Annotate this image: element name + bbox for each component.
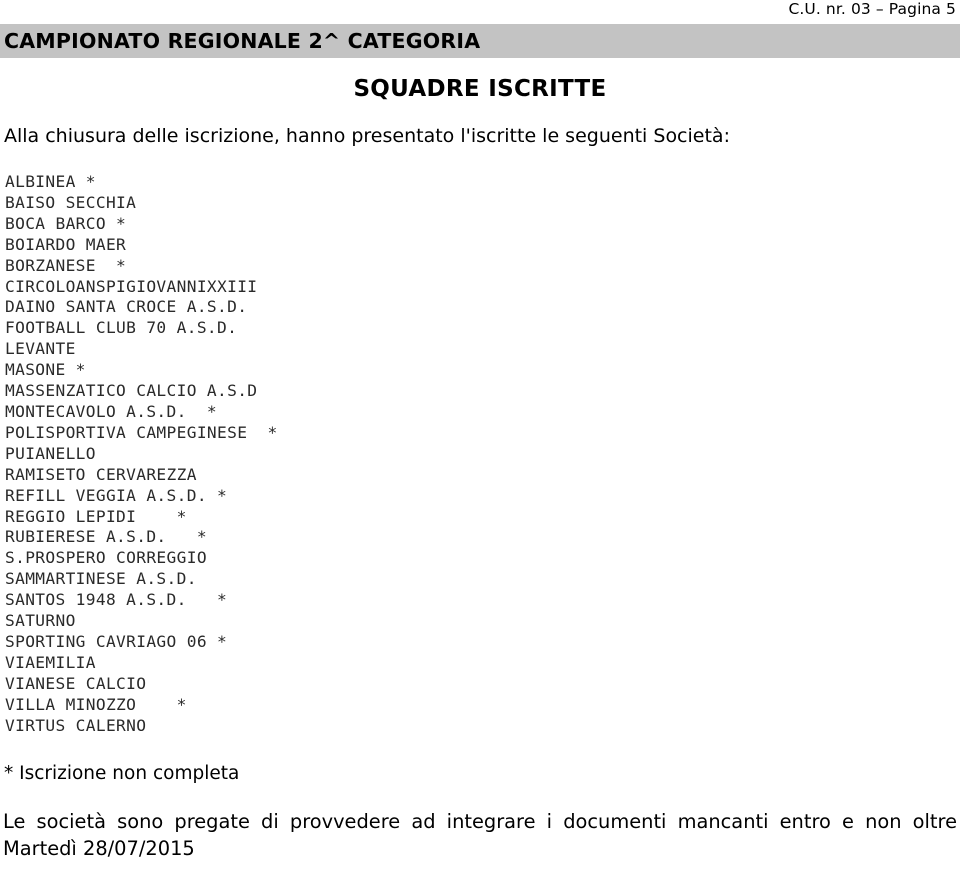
document-page: C.U. nr. 03 – Pagina 5 CAMPIONATO REGION… <box>0 0 960 888</box>
club-list-item: MONTECAVOLO A.S.D. * <box>5 401 218 421</box>
club-list-item: S.PROSPERO CORREGGIO <box>5 548 207 568</box>
title-banner: CAMPIONATO REGIONALE 2^ CATEGORIA <box>0 24 960 58</box>
legend-note: * Iscrizione non completa <box>4 763 240 785</box>
club-list-item: BAISO SECCHIA <box>5 192 137 212</box>
club-list-item: ALBINEA * <box>5 172 96 191</box>
club-list-item: SANTOS 1948 A.S.D. * <box>5 590 228 610</box>
club-list-item: LEVANTE <box>5 339 76 359</box>
club-list-item: POLISPORTIVA CAMPEGINESE * <box>5 422 278 442</box>
club-list-item: VIRTUS CALERNO <box>5 715 147 735</box>
club-list-item: SATURNO <box>5 611 76 631</box>
club-list-item: MASSENZATICO CALCIO A.S.D <box>5 381 258 401</box>
intro-row: Alla chiusura delle iscrizione, hanno pr… <box>0 124 960 148</box>
club-list-item: FOOTBALL CLUB 70 A.S.D. <box>5 318 238 338</box>
subtitle-row: SQUADRE ISCRITTE <box>0 76 960 102</box>
club-list-item: MASONE * <box>5 360 86 380</box>
club-list-item: VILLA MINOZZO * <box>5 694 187 714</box>
section-subtitle: SQUADRE ISCRITTE <box>353 76 607 102</box>
running-header-text: C.U. nr. 03 – Pagina 5 <box>788 0 956 18</box>
closing-row: Le società sono pregate di provvedere ad… <box>0 808 960 862</box>
club-list-item: CIRCOLOANSPIGIOVANNIXXIII <box>5 276 258 296</box>
closing-paragraph: Le società sono pregate di provvedere ad… <box>3 810 957 861</box>
club-list: ALBINEA * BAISO SECCHIA BOCA BARCO * BOIARD… <box>0 172 960 736</box>
club-list-item: BORZANESE * <box>5 255 127 275</box>
club-list-item: RAMISETO CERVAREZZA <box>5 464 197 484</box>
club-list-item: SAMMARTINESE A.S.D. <box>5 569 197 589</box>
club-list-item: VIANESE CALCIO <box>5 673 147 693</box>
page-title: CAMPIONATO REGIONALE 2^ CATEGORIA <box>4 29 481 53</box>
club-list-item: BOIARDO MAER <box>5 234 127 254</box>
intro-paragraph: Alla chiusura delle iscrizione, hanno pr… <box>4 125 730 147</box>
running-header: C.U. nr. 03 – Pagina 5 <box>0 0 960 22</box>
club-list-item: REGGIO LEPIDI * <box>5 506 187 526</box>
club-list-item: SPORTING CAVRIAGO 06 * <box>5 631 228 651</box>
club-list-item: DAINO SANTA CROCE A.S.D. <box>5 297 248 317</box>
club-list-item: PUIANELLO <box>5 443 96 463</box>
legend-row: * Iscrizione non completa <box>0 762 960 786</box>
club-list-item: VIAEMILIA <box>5 652 96 672</box>
club-list-item: RUBIERESE A.S.D. * <box>5 527 207 547</box>
club-list-item: BOCA BARCO * <box>5 213 127 233</box>
club-list-item: REFILL VEGGIA A.S.D. * <box>5 485 228 505</box>
